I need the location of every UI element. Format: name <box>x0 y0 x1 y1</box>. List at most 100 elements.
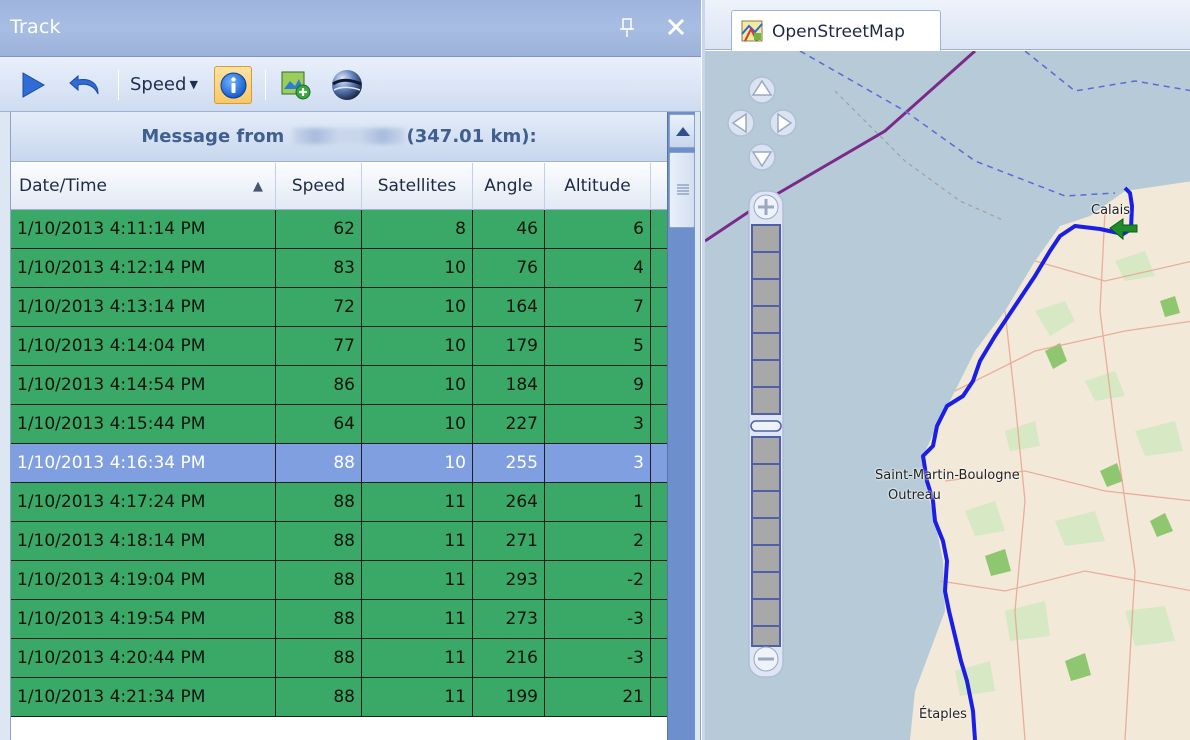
tab-openstreetmap[interactable]: OpenStreetMap <box>731 10 941 51</box>
toolbar: Speed ▼ <box>0 57 701 112</box>
cell-datetime: 1/10/2013 4:11:14 PM <box>11 210 276 249</box>
cell-satellites: 11 <box>362 561 473 600</box>
cell-satellites: 8 <box>362 210 473 249</box>
track-grid: Message from (347.01 km): Date/Time ▲ Sp… <box>10 112 695 740</box>
info-button[interactable] <box>214 66 252 104</box>
close-icon[interactable] <box>664 15 688 39</box>
cell-speed: 86 <box>276 366 362 405</box>
cell-satellites: 11 <box>362 600 473 639</box>
place-etaples: Étaples <box>919 707 967 722</box>
osm-logo-icon <box>741 20 763 42</box>
cell-altitude: 21 <box>545 678 651 717</box>
column-header-satellites[interactable]: Satellites <box>362 163 473 210</box>
undo-icon[interactable] <box>68 70 102 100</box>
vertical-scrollbar[interactable] <box>667 112 695 740</box>
table-row[interactable]: 1/10/2013 4:21:34 PM 88 11 199 21 <box>11 678 667 717</box>
chevron-down-icon: ▼ <box>189 78 198 91</box>
sort-ascending-icon: ▲ <box>253 179 263 194</box>
speed-dropdown-button[interactable]: Speed ▼ <box>130 69 198 101</box>
cell-speed: 64 <box>276 405 362 444</box>
cell-altitude: 9 <box>545 366 651 405</box>
table-row[interactable]: 1/10/2013 4:12:14 PM 83 10 76 4 <box>11 249 667 288</box>
cell-satellites: 10 <box>362 444 473 483</box>
cell-altitude: 1 <box>545 483 651 522</box>
scroll-thumb[interactable] <box>669 152 695 228</box>
cell-datetime: 1/10/2013 4:21:34 PM <box>11 678 276 717</box>
cell-angle: 179 <box>473 327 545 366</box>
cell-angle: 164 <box>473 288 545 327</box>
place-saint-martin-boulogne: Saint-Martin-Boulogne <box>875 468 1020 483</box>
table-row[interactable]: 1/10/2013 4:18:14 PM 88 11 271 2 <box>11 522 667 561</box>
cell-satellites: 11 <box>362 678 473 717</box>
table-row[interactable]: 1/10/2013 4:19:54 PM 88 11 273 -3 <box>11 600 667 639</box>
cell-angle: 273 <box>473 600 545 639</box>
cell-satellites: 10 <box>362 327 473 366</box>
panel-title: Track <box>10 16 61 38</box>
cell-speed: 77 <box>276 327 362 366</box>
scroll-up-button[interactable] <box>669 114 695 148</box>
globe-icon[interactable] <box>330 68 364 102</box>
play-icon[interactable] <box>20 71 46 99</box>
toolbar-separator <box>265 70 266 100</box>
cell-angle: 76 <box>473 249 545 288</box>
grid-caption: Message from (347.01 km): <box>11 112 667 162</box>
cell-datetime: 1/10/2013 4:20:44 PM <box>11 639 276 678</box>
cell-satellites: 10 <box>362 288 473 327</box>
table-row[interactable]: 1/10/2013 4:14:04 PM 77 10 179 5 <box>11 327 667 366</box>
column-header-angle[interactable]: Angle <box>473 163 545 210</box>
pin-icon[interactable] <box>618 17 636 39</box>
place-calais: Calais <box>1091 203 1131 218</box>
table-row[interactable]: 1/10/2013 4:16:34 PM 88 10 255 3 <box>11 444 667 483</box>
cell-speed: 72 <box>276 288 362 327</box>
map-zoom-control[interactable] <box>747 189 785 679</box>
table-row[interactable]: 1/10/2013 4:11:14 PM 62 8 46 6 <box>11 210 667 249</box>
redacted-vehicle-name <box>292 128 405 144</box>
cell-altitude: -2 <box>545 561 651 600</box>
table-row[interactable]: 1/10/2013 4:15:44 PM 64 10 227 3 <box>11 405 667 444</box>
cell-altitude: 6 <box>545 210 651 249</box>
cell-speed: 88 <box>276 561 362 600</box>
cell-speed: 88 <box>276 639 362 678</box>
column-header-speed[interactable]: Speed <box>276 163 362 210</box>
cell-altitude: 2 <box>545 522 651 561</box>
cell-datetime: 1/10/2013 4:14:54 PM <box>11 366 276 405</box>
cell-angle: 255 <box>473 444 545 483</box>
cell-altitude: 3 <box>545 444 651 483</box>
table-row[interactable]: 1/10/2013 4:20:44 PM 88 11 216 -3 <box>11 639 667 678</box>
column-header-label: Date/Time <box>19 176 107 196</box>
table-row[interactable]: 1/10/2013 4:13:14 PM 72 10 164 7 <box>11 288 667 327</box>
place-outreau: Outreau <box>888 488 941 503</box>
cell-datetime: 1/10/2013 4:15:44 PM <box>11 405 276 444</box>
cell-angle: 227 <box>473 405 545 444</box>
map-panel: OpenStreetMap Calais Saint-Martin-Boulog… <box>702 0 1190 740</box>
speed-label: Speed <box>130 74 187 95</box>
column-header-datetime[interactable]: Date/Time ▲ <box>11 163 276 210</box>
cell-angle: 46 <box>473 210 545 249</box>
cell-speed: 62 <box>276 210 362 249</box>
cell-speed: 88 <box>276 600 362 639</box>
cell-altitude: -3 <box>545 639 651 678</box>
cell-speed: 88 <box>276 678 362 717</box>
cell-altitude: 4 <box>545 249 651 288</box>
caption-distance: (347.01 km): <box>406 126 537 147</box>
cell-satellites: 10 <box>362 405 473 444</box>
map-export-icon[interactable] <box>280 69 312 101</box>
table-row[interactable]: 1/10/2013 4:17:24 PM 88 11 264 1 <box>11 483 667 522</box>
grid-rows: 1/10/2013 4:11:14 PM 62 8 46 6 1/10/2013 4:12… <box>11 210 667 717</box>
cell-angle: 293 <box>473 561 545 600</box>
cell-angle: 184 <box>473 366 545 405</box>
grip-icon <box>677 184 689 195</box>
column-picker[interactable] <box>651 163 667 210</box>
map-tab-bar: OpenStreetMap <box>705 0 1190 51</box>
cell-speed: 88 <box>276 522 362 561</box>
cell-datetime: 1/10/2013 4:18:14 PM <box>11 522 276 561</box>
table-row[interactable]: 1/10/2013 4:14:54 PM 86 10 184 9 <box>11 366 667 405</box>
grid-header: Date/Time ▲ Speed Satellites Angle Altit… <box>11 163 667 210</box>
map-view[interactable]: Calais Saint-Martin-Boulogne Outreau Éta… <box>705 51 1190 740</box>
column-header-altitude[interactable]: Altitude <box>545 163 651 210</box>
cell-altitude: 7 <box>545 288 651 327</box>
map-pan-control[interactable] <box>727 75 797 175</box>
table-row[interactable]: 1/10/2013 4:19:04 PM 88 11 293 -2 <box>11 561 667 600</box>
track-panel: Track Speed ▼ Message from (347.01 km): … <box>0 0 701 740</box>
toolbar-separator <box>118 70 119 100</box>
